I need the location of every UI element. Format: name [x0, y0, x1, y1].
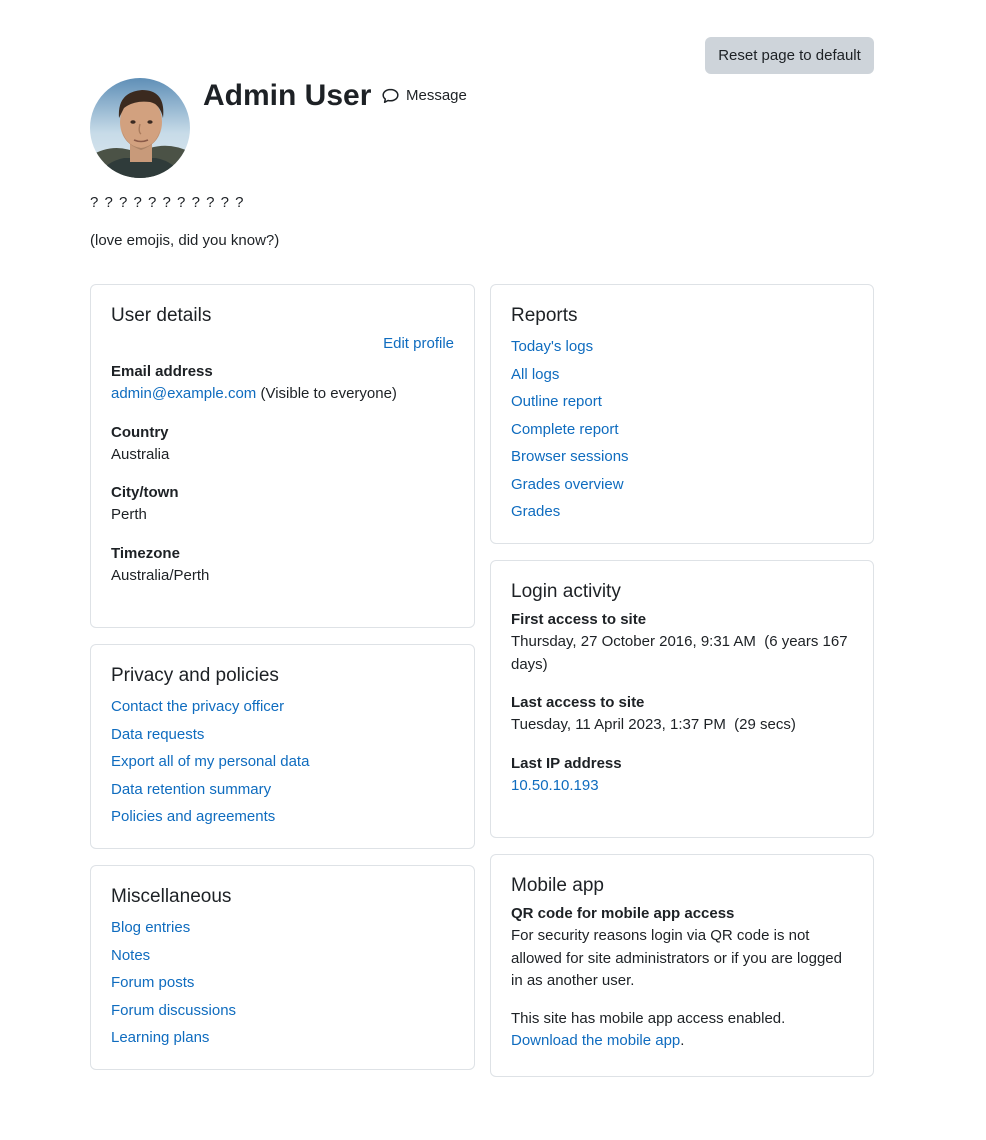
policies-agreements-link[interactable]: Policies and agreements [111, 808, 275, 825]
reports-card: Reports Today's logs All logs Outline re… [490, 284, 874, 544]
profile-description-line-1: ? ? ? ? ? ? ? ? ? ? ? [90, 194, 245, 211]
mobile-app-card: Mobile app QR code for mobile app access… [490, 854, 874, 1077]
email-label: Email address [111, 363, 213, 380]
export-personal-data-link[interactable]: Export all of my personal data [111, 753, 309, 770]
mobile-app-title: Mobile app [511, 875, 604, 896]
user-details-card: User details Edit profile Email address … [90, 284, 475, 628]
edit-profile-link[interactable]: Edit profile [383, 335, 454, 352]
last-access-label: Last access to site [511, 694, 645, 711]
email-link[interactable]: admin@example.com [111, 385, 256, 402]
last-ip-label: Last IP address [511, 754, 622, 772]
timezone-value: Australia/Perth [111, 566, 210, 584]
qr-code-label: QR code for mobile app access [511, 905, 735, 922]
last-ip-field: Last IP address 10.50.10.193 [511, 753, 853, 798]
miscellaneous-card: Miscellaneous Blog entries Notes Forum p… [90, 865, 475, 1070]
country-value: Australia [111, 445, 170, 463]
privacy-card: Privacy and policies Contact the privacy… [90, 644, 475, 849]
grades-link[interactable]: Grades [511, 503, 560, 520]
mobile-enabled-text: This site has mobile app access enabled. [511, 1009, 786, 1027]
last-ip-link[interactable]: 10.50.10.193 [511, 777, 599, 794]
user-avatar[interactable] [90, 78, 190, 178]
user-details-title: User details [111, 305, 212, 326]
miscellaneous-title: Miscellaneous [111, 886, 232, 907]
qr-code-text: For security reasons login via QR code i… [511, 927, 842, 989]
city-label: City/town [111, 484, 179, 501]
login-activity-title: Login activity [511, 581, 621, 602]
email-visibility-note: (Visible to everyone) [260, 385, 397, 402]
last-access-field: Last access to site Tuesday, 11 April 20… [511, 692, 853, 737]
privacy-title: Privacy and policies [111, 665, 279, 686]
message-label: Message [406, 86, 467, 104]
first-access-label: First access to site [511, 611, 647, 628]
speech-bubble-icon [382, 88, 399, 104]
notes-link[interactable]: Notes [111, 947, 150, 964]
first-access-field: First access to site Thursday, 27 Octobe… [511, 609, 853, 676]
city-value: Perth [111, 506, 147, 523]
browser-sessions-link[interactable]: Browser sessions [511, 448, 629, 465]
timezone-label: Timezone [111, 544, 180, 562]
grades-overview-link[interactable]: Grades overview [511, 476, 624, 493]
data-requests-link[interactable]: Data requests [111, 726, 204, 743]
country-label: Country [111, 423, 169, 441]
reset-page-button[interactable]: Reset page to default [705, 37, 874, 74]
data-retention-summary-link[interactable]: Data retention summary [111, 781, 271, 798]
first-access-value: Thursday, 27 October 2016, 9:31 AM (6 ye… [511, 633, 852, 673]
todays-logs-link[interactable]: Today's logs [511, 338, 593, 355]
login-activity-card: Login activity First access to site Thur… [490, 560, 874, 838]
email-field: Email address admin@example.com (Visible… [111, 361, 454, 406]
forum-posts-link[interactable]: Forum posts [111, 974, 194, 991]
learning-plans-link[interactable]: Learning plans [111, 1029, 209, 1046]
avatar-photo-icon [90, 78, 190, 178]
reports-title: Reports [511, 305, 578, 326]
page-title: Admin User [203, 79, 372, 112]
message-button[interactable]: Message [382, 84, 467, 108]
city-field: City/town Perth [111, 482, 454, 527]
timezone-field: Timezone Australia/Perth [111, 543, 454, 588]
complete-report-link[interactable]: Complete report [511, 421, 619, 438]
profile-description-line-2: (love emojis, did you know?) [90, 232, 280, 249]
outline-report-link[interactable]: Outline report [511, 393, 602, 410]
country-field: Country Australia [111, 422, 454, 467]
all-logs-link[interactable]: All logs [511, 366, 559, 383]
blog-entries-link[interactable]: Blog entries [111, 919, 190, 936]
last-access-value: Tuesday, 11 April 2023, 1:37 PM (29 secs… [511, 716, 796, 733]
contact-privacy-officer-link[interactable]: Contact the privacy officer [111, 698, 284, 715]
forum-discussions-link[interactable]: Forum discussions [111, 1002, 236, 1019]
download-mobile-app-link[interactable]: Download the mobile app [511, 1032, 680, 1049]
download-suffix: . [680, 1032, 685, 1049]
profile-page: Reset page to default Admin User Message… [0, 0, 986, 1140]
